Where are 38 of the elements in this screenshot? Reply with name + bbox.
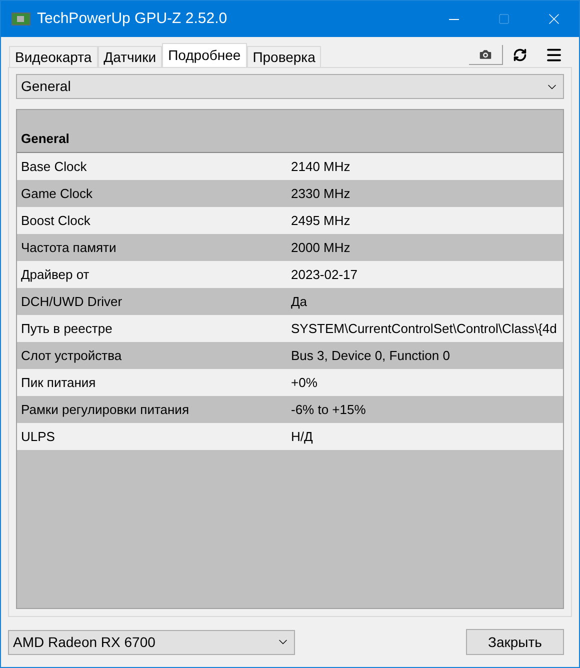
property-label: DCH/UWD Driver bbox=[20, 292, 124, 311]
gpu-dropdown[interactable]: AMD Radeon RX 6700 bbox=[8, 630, 295, 654]
property-label: Путь в реестре bbox=[20, 320, 114, 338]
menu-icon bbox=[545, 46, 563, 64]
tab[interactable]: Видеокарта bbox=[9, 46, 98, 67]
screenshot-button[interactable] bbox=[469, 45, 503, 65]
section-heading: General bbox=[20, 130, 70, 148]
property-value: 2140 MHz bbox=[291, 158, 350, 176]
property-label: ULPS bbox=[20, 428, 56, 446]
tab[interactable]: Датчики bbox=[98, 46, 162, 67]
camera-icon bbox=[478, 47, 493, 62]
window-title: TechPowerUp GPU-Z 2.52.0 bbox=[37, 8, 228, 29]
property-value: 2330 MHz bbox=[291, 184, 350, 203]
tab[interactable]: Подробнее bbox=[162, 43, 247, 67]
section-dropdown[interactable]: General bbox=[16, 74, 564, 99]
property-label: Драйвер от bbox=[20, 266, 90, 284]
property-label: Частота памяти bbox=[20, 238, 118, 257]
property-label: Рамки регулировки питания bbox=[20, 400, 190, 419]
property-value: 2023-02-17 bbox=[291, 266, 358, 284]
tab[interactable]: Проверка bbox=[246, 46, 322, 67]
property-label: Boost Clock bbox=[20, 212, 92, 230]
property-value: SYSTEM\CurrentControlSet\Control\Class\{4d bbox=[291, 320, 557, 338]
refresh-icon bbox=[513, 48, 527, 62]
maximize-icon bbox=[498, 13, 510, 25]
property-label: Пик питания bbox=[20, 374, 97, 392]
property-value: 2000 MHz bbox=[291, 238, 350, 257]
property-label: Слот устройства bbox=[20, 346, 123, 365]
property-value: Да bbox=[291, 292, 308, 311]
close-button[interactable]: Закрыть bbox=[466, 629, 564, 655]
property-label: Game Clock bbox=[20, 184, 94, 203]
property-value: +0% bbox=[291, 374, 318, 392]
graphics-card-icon bbox=[11, 12, 31, 26]
property-value: Bus 3, Device 0, Function 0 bbox=[291, 346, 450, 365]
property-label: Base Clock bbox=[20, 158, 88, 176]
property-value: 2495 MHz bbox=[291, 212, 350, 230]
property-value: -6% to +15% bbox=[291, 400, 366, 419]
minimize-icon bbox=[449, 18, 459, 20]
property-value: Н/Д bbox=[291, 428, 313, 446]
